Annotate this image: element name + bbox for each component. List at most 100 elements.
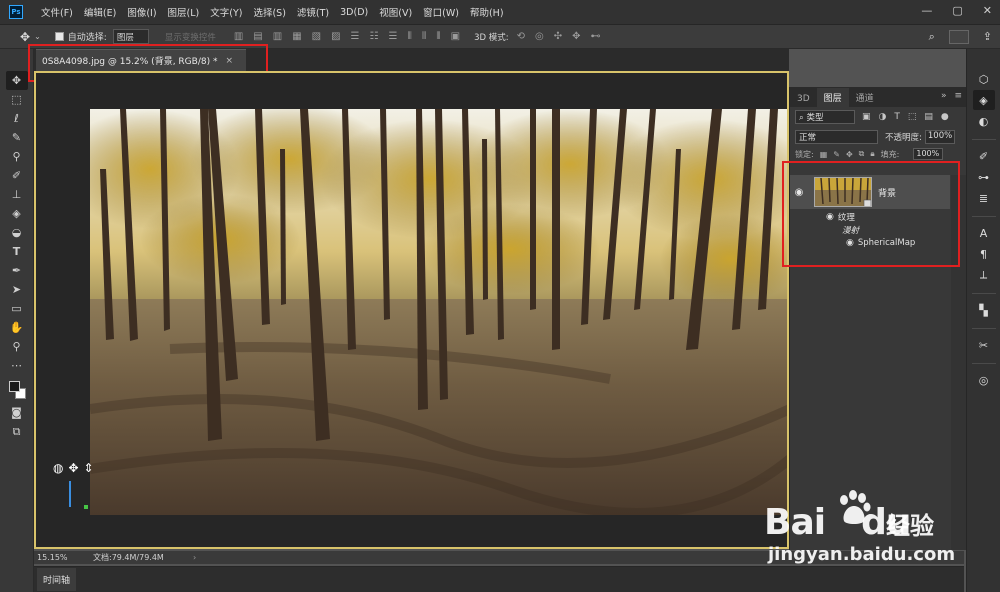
adjustments-icon[interactable]: ◐ xyxy=(973,111,995,131)
filter-toggle-icon[interactable]: ● xyxy=(941,112,949,122)
lock-position-icon[interactable]: ✥ xyxy=(846,150,853,159)
canvas-area[interactable]: ◍ ✥ ⇕ xyxy=(34,71,789,549)
effect-row-diffuse[interactable]: 漫射 xyxy=(790,223,950,236)
layers-icon[interactable]: ◈ xyxy=(972,90,995,110)
menu-select[interactable]: 选择(S) xyxy=(253,5,285,19)
auto-select-checkbox[interactable] xyxy=(54,32,64,41)
3d-axis-widget[interactable]: ◍ ✥ ⇕ xyxy=(53,461,94,475)
3d-material-icon[interactable]: ◎ xyxy=(973,370,995,390)
3d-pan-icon[interactable]: ✣ xyxy=(554,31,562,42)
menu-3d[interactable]: 3D(D) xyxy=(340,7,368,18)
tab-channels[interactable]: 通道 xyxy=(849,88,881,107)
tab-3d[interactable]: 3D xyxy=(790,91,817,107)
lock-transparent-icon[interactable]: ▦ xyxy=(820,150,828,159)
move-tool-preset-icon[interactable]: ✥ xyxy=(20,30,30,44)
menu-edit[interactable]: 编辑(E) xyxy=(84,5,116,19)
lock-artboard-icon[interactable]: ⧉ xyxy=(859,149,865,159)
align-hcenter-icon[interactable]: ▧ xyxy=(312,31,321,42)
quick-select-icon[interactable]: ✎ xyxy=(6,128,28,147)
layer-filter-dropdown[interactable]: ⌕ 类型 xyxy=(795,110,855,124)
blend-mode-dropdown[interactable]: 正常 xyxy=(795,130,878,144)
tab-timeline[interactable]: 时间轴 xyxy=(37,568,77,591)
3d-rotate-icon[interactable]: ◍ xyxy=(53,461,63,475)
zoom-icon[interactable]: ⚲ xyxy=(6,337,28,356)
document-tab[interactable]: 0S8A4098.jpg @ 15.2% (背景, RGB/8) * × xyxy=(36,49,246,71)
filter-smart-icon[interactable]: ▤ xyxy=(924,112,933,122)
visibility-eye-icon-small[interactable]: ◉ xyxy=(846,238,854,248)
visibility-eye-icon-small[interactable]: ◉ xyxy=(826,212,834,222)
hand-icon[interactable]: ✋ xyxy=(6,318,28,337)
show-transform-controls-checkbox[interactable]: 显示变换控件 xyxy=(165,31,216,43)
eraser-icon[interactable]: ◈ xyxy=(6,204,28,223)
status-menu-arrow[interactable]: › xyxy=(193,553,196,562)
minimize-button[interactable]: — xyxy=(921,4,932,17)
properties-icon[interactable]: ⊶ xyxy=(973,167,995,187)
align-bottom-icon[interactable]: ▥ xyxy=(273,31,282,42)
brush-settings-icon[interactable]: ✐ xyxy=(973,146,995,166)
auto-select-dropdown[interactable]: 图层 xyxy=(112,29,149,44)
move-icon[interactable]: ✥ xyxy=(5,71,28,90)
align-top-icon[interactable]: ▥ xyxy=(234,31,243,42)
lock-all-icon[interactable]: 🔒︎ xyxy=(870,149,874,159)
tab-layers[interactable]: 图层 xyxy=(816,88,849,107)
path-select-icon[interactable]: ➤ xyxy=(6,280,28,299)
eyedropper-icon[interactable]: ⚲ xyxy=(6,147,28,166)
text-icon[interactable]: T xyxy=(6,242,28,261)
rectangle-icon[interactable]: ▭ xyxy=(6,299,28,318)
align-vcenter-icon[interactable]: ▤ xyxy=(253,31,262,42)
stamp-icon[interactable]: ⊥ xyxy=(6,185,28,204)
distribute-top-icon[interactable]: ☰ xyxy=(351,31,360,42)
maximize-button[interactable]: ▢ xyxy=(952,4,962,17)
distribute-right-icon[interactable]: ⦀ xyxy=(436,31,440,42)
screen-mode-icon[interactable]: ⧉ xyxy=(6,422,28,441)
fill-input[interactable]: 100% xyxy=(913,148,944,160)
lasso-icon[interactable]: ℓ xyxy=(6,109,28,128)
menu-window[interactable]: 窗口(W) xyxy=(423,5,459,19)
panel-menu-icon[interactable]: ≡ xyxy=(954,91,962,101)
effect-row-sphericalmap[interactable]: ◉ SphericalMap xyxy=(790,236,950,249)
menu-type[interactable]: 文字(Y) xyxy=(210,5,242,19)
distribute-hcenter-icon[interactable]: ⦀ xyxy=(422,31,426,42)
filter-type-icon[interactable]: T xyxy=(894,112,900,122)
align-right-icon[interactable]: ▨ xyxy=(331,31,340,42)
chevron-down-icon[interactable]: ⌄ xyxy=(34,32,41,41)
menu-help[interactable]: 帮助(H) xyxy=(470,5,504,19)
distribute-left-icon[interactable]: ⦀ xyxy=(407,31,411,42)
menu-layer[interactable]: 图层(L) xyxy=(168,5,200,19)
3d-orbit-icon[interactable]: ⟲ xyxy=(517,31,525,42)
distribute-vcenter-icon[interactable]: ☷ xyxy=(370,31,379,42)
pen-icon[interactable]: ✒ xyxy=(6,261,28,280)
layer-row-background[interactable]: ◉ 背景 xyxy=(790,175,950,209)
auto-align-icon[interactable]: ▣ xyxy=(451,31,460,42)
paragraph-icon[interactable]: ¶ xyxy=(973,244,995,264)
3d-roll-icon[interactable]: ◎ xyxy=(535,31,544,42)
swatches-icon[interactable]: ▚ xyxy=(973,300,995,320)
collapse-icon[interactable]: » xyxy=(941,91,947,101)
glyphs-icon[interactable]: ⟂ xyxy=(973,265,995,285)
close-tab-icon[interactable]: × xyxy=(225,56,233,66)
paint-bucket-icon[interactable]: ◒ xyxy=(6,223,28,242)
workspace-select[interactable] xyxy=(948,30,969,44)
foreground-color[interactable] xyxy=(8,381,20,392)
filter-shape-icon[interactable]: ⬚ xyxy=(908,112,917,122)
align-left-icon[interactable]: ▦ xyxy=(292,31,301,42)
zoom-level[interactable]: 15.15% xyxy=(37,553,93,562)
share-icon[interactable]: ⇪ xyxy=(983,30,992,44)
opacity-input[interactable]: 100% xyxy=(924,130,955,144)
lock-pixels-icon[interactable]: ✎ xyxy=(833,150,840,159)
menu-image[interactable]: 图像(I) xyxy=(127,5,156,19)
menu-filter[interactable]: 滤镜(T) xyxy=(297,5,329,19)
effect-row-texture[interactable]: ◉ 纹理 xyxy=(790,210,950,223)
layers-scrollbar[interactable] xyxy=(951,175,966,550)
character-icon[interactable]: A xyxy=(973,223,995,243)
distribute-bottom-icon[interactable]: ☰ xyxy=(388,31,397,42)
actions-icon[interactable]: ≣ xyxy=(973,188,995,208)
3d-move-icon[interactable]: ✥ xyxy=(68,461,78,475)
3d-icon[interactable]: ⬡ xyxy=(973,69,995,89)
3d-slide-icon[interactable]: ✥ xyxy=(572,31,580,42)
brush-icon[interactable]: ✐ xyxy=(6,166,28,185)
menu-file[interactable]: 文件(F) xyxy=(41,5,73,19)
filter-pixel-icon[interactable]: ▣ xyxy=(862,112,871,122)
quick-mask-icon[interactable]: ◙ xyxy=(6,403,28,422)
tools-icon[interactable]: ✂ xyxy=(973,335,995,355)
